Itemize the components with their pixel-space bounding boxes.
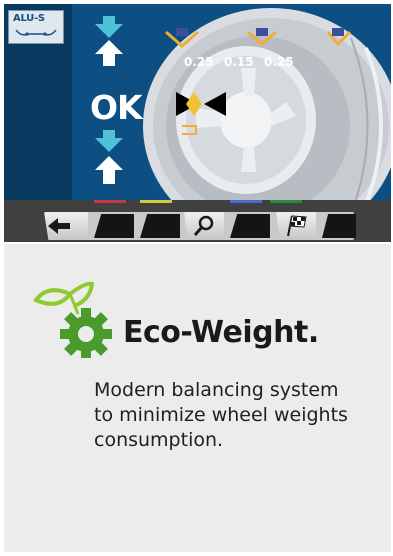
left-weight-value: 0.25 [184,55,214,69]
right-weight-value: 0.25 [264,55,294,69]
finish-button[interactable] [276,212,316,240]
rim-profile-icon [15,29,57,36]
eco-gear-icon [32,281,112,358]
badge-label: ALU-S [13,13,45,24]
alu-s-program-badge[interactable]: ALU-S [8,10,64,44]
balancer-screen: ALU-S OK 0.25 0.15 0.25 [4,4,391,242]
red-tab [94,200,126,203]
lower-plane-arrows-icon [95,130,123,184]
upper-plane-arrows-icon [95,16,123,66]
magnifier-icon [193,215,214,236]
center-weight-value: 0.15 [224,55,254,69]
green-tab [270,200,302,203]
checkered-flag-icon [287,215,307,237]
zoom-button[interactable] [184,212,224,240]
feature-description: Modern balancing system to minimize whee… [94,379,348,451]
feature-title: Eco-Weight. [123,315,319,350]
back-arrow-icon [48,218,70,234]
tire-icon [143,8,391,242]
back-button[interactable] [44,212,88,240]
balance-status-ok: OK [90,88,143,127]
blue-tab [230,200,262,203]
wheel-diagram: 0.25 0.15 0.25 [136,8,391,242]
yellow-tab [140,200,172,203]
